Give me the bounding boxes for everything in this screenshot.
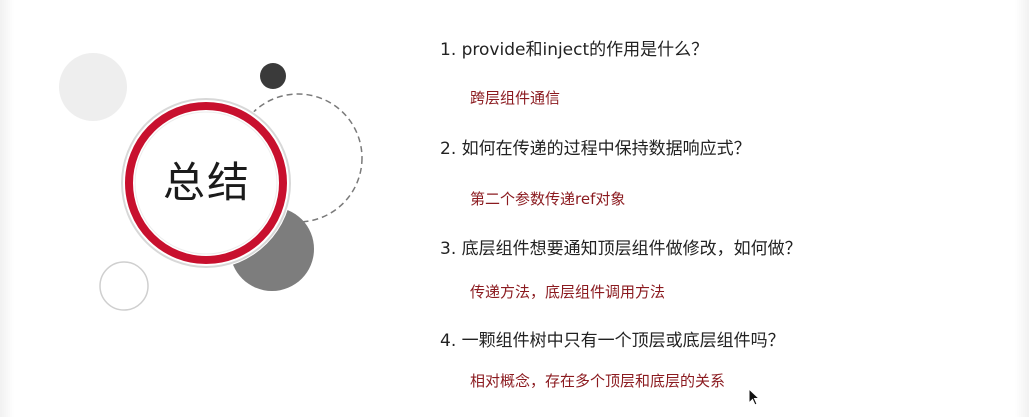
question-1: 1. provide和inject的作用是什么？ xyxy=(440,40,709,60)
light-gray-circle xyxy=(59,53,127,121)
slide: 总结 1. provide和inject的作用是什么？ 跨层组件通信 2. 如何… xyxy=(0,0,1029,417)
summary-title: 总结 xyxy=(162,158,251,207)
answer-4: 相对概念，存在多个顶层和底层的关系 xyxy=(470,372,726,390)
answer-1: 跨层组件通信 xyxy=(470,89,561,107)
answer-3: 传递方法，底层组件调用方法 xyxy=(470,283,666,301)
dark-small-circle xyxy=(260,63,286,89)
question-2: 2. 如何在传递的过程中保持数据响应式？ xyxy=(440,139,751,159)
answer-2: 第二个参数传递ref对象 xyxy=(470,190,626,208)
question-4: 4. 一颗组件树中只有一个顶层或底层组件吗？ xyxy=(440,331,785,351)
question-3: 3. 底层组件想要通知顶层组件做修改，如何做？ xyxy=(440,239,802,259)
small-outline-circle xyxy=(99,261,149,311)
mouse-pointer-icon xyxy=(748,388,761,406)
